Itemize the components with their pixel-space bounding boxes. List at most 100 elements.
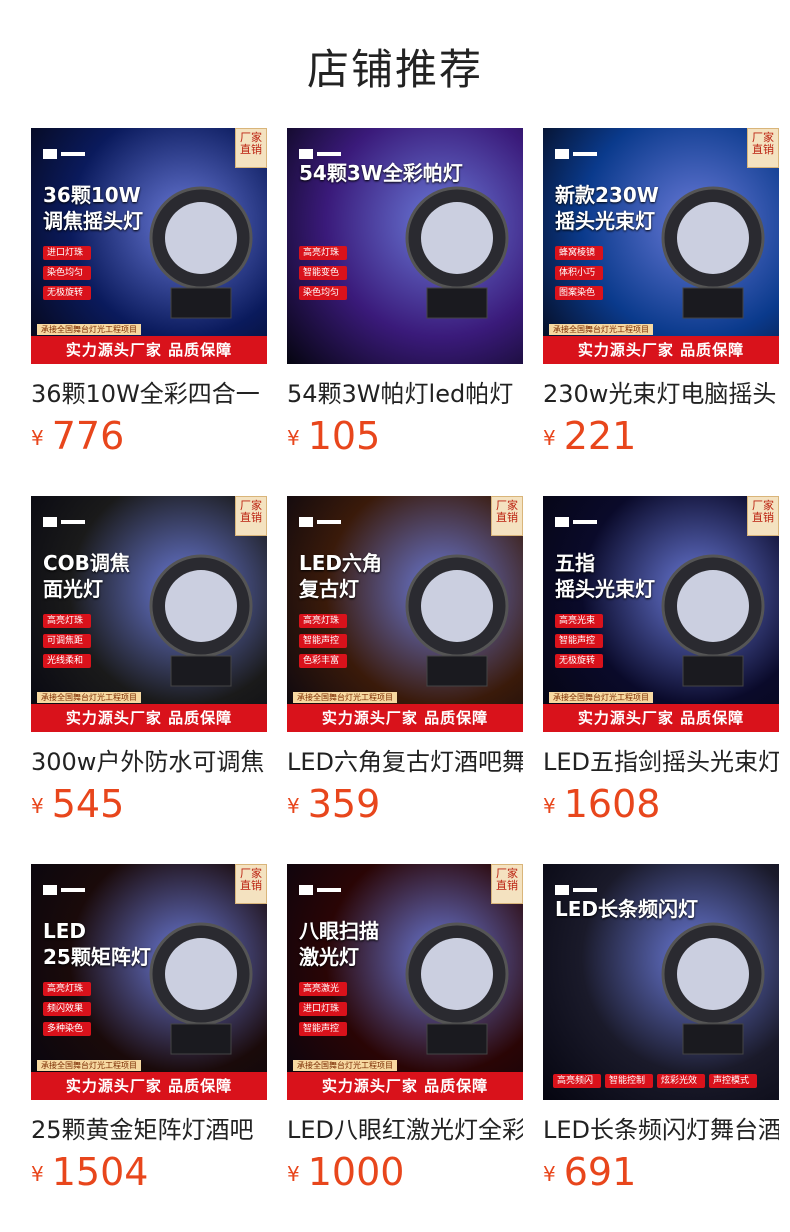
feature-tag: 高亮灯珠 — [43, 982, 92, 996]
brand-logo — [555, 146, 599, 162]
feature-tag: 高亮频闪 — [553, 1074, 602, 1088]
factory-direct-badge: 厂家直销 — [747, 496, 779, 536]
currency-symbol: ¥ — [31, 794, 44, 818]
product-name[interactable]: 36颗10W全彩四合一 — [31, 374, 267, 409]
feature-tag: 炫彩光效 — [657, 1074, 706, 1088]
feature-tag: 智能控制 — [605, 1074, 654, 1088]
product-card[interactable]: 54颗3W全彩帕灯 高亮灯珠 智能变色 染色均匀 54颗3W帕灯led帕灯 ¥105 — [287, 128, 523, 468]
product-image[interactable]: LED长条频闪灯高亮频闪 智能控制 炫彩光效 声控模式 — [543, 864, 779, 1100]
product-price: ¥691 — [543, 1150, 636, 1194]
feature-tags: 高亮灯珠 智能声控 色彩丰富 — [299, 614, 348, 674]
product-headline: LED六角 复古灯 — [299, 551, 383, 601]
feature-tag: 高亮灯珠 — [43, 614, 92, 628]
product-image[interactable]: 厂家直销 36颗10W 调焦摇头灯 进口灯珠 染色均匀 无极旋转 承接全国舞台灯光工程项目… — [31, 128, 267, 364]
price-value: 1608 — [563, 782, 661, 826]
brand-logo — [43, 514, 87, 530]
feature-tag: 染色均匀 — [299, 286, 348, 300]
product-headline: 八眼扫描 激光灯 — [299, 919, 379, 969]
currency-symbol: ¥ — [31, 426, 44, 450]
price-value: 359 — [307, 782, 381, 826]
product-card[interactable]: 厂家直销 LED六角 复古灯高亮灯珠 智能声控 色彩丰富承接全国舞台灯光工程项目 实力源… — [287, 496, 523, 836]
project-note: 承接全国舞台灯光工程项目 — [293, 692, 397, 703]
feature-tags: 高亮频闪 智能控制 炫彩光效 声控模式 — [553, 1074, 758, 1088]
factory-direct-badge: 厂家直销 — [235, 864, 267, 904]
product-image[interactable]: 厂家直销 八眼扫描 激光灯 高亮激光 进口灯珠 智能声控 承接全国舞台灯光工程项目 实力源头… — [287, 864, 523, 1100]
product-card[interactable]: 厂家直销 八眼扫描 激光灯 高亮激光 进口灯珠 智能声控 承接全国舞台灯光工程项目 实力源头… — [287, 864, 523, 1204]
product-name[interactable]: 54颗3W帕灯led帕灯 — [287, 374, 523, 409]
brand-logo — [555, 514, 599, 530]
feature-tags: 蜂窝棱镜体积小巧图案染色 — [555, 246, 604, 306]
feature-tag: 染色均匀 — [43, 266, 92, 280]
currency-symbol: ¥ — [287, 426, 300, 450]
feature-tag: 体积小巧 — [555, 266, 604, 280]
feature-tags: 高亮灯珠 智能变色 染色均匀 — [299, 246, 348, 306]
feature-tags: 高亮激光 进口灯珠 智能声控 — [299, 982, 348, 1042]
product-headline: COB调焦 面光灯 — [43, 551, 130, 601]
product-price: ¥105 — [287, 414, 380, 458]
product-name[interactable]: LED长条频闪灯舞台酒吧 — [543, 1110, 779, 1145]
product-name[interactable]: 300w户外防水可调焦 — [31, 742, 267, 777]
product-price: ¥776 — [31, 414, 124, 458]
page-title: 店铺推荐 — [306, 45, 483, 94]
project-note: 承接全国舞台灯光工程项目 — [37, 1060, 141, 1071]
project-note: 承接全国舞台灯光工程项目 — [293, 1060, 397, 1071]
price-value: 221 — [563, 414, 637, 458]
currency-symbol: ¥ — [287, 794, 300, 818]
product-card[interactable]: 厂家直销 36颗10W 调焦摇头灯 进口灯珠 染色均匀 无极旋转 承接全国舞台灯光工程项目… — [31, 128, 267, 468]
product-headline: LED长条频闪灯 — [555, 897, 699, 921]
product-card[interactable]: 厂家直销 五指 摇头光束灯 高亮光束 智能声控 无极旋转 承接全国舞台灯光工程项目 实力源头… — [543, 496, 779, 836]
factory-direct-badge: 厂家直销 — [491, 496, 523, 536]
feature-tag: 进口灯珠 — [299, 1002, 348, 1016]
product-headline: 54颗3W全彩帕灯 — [299, 161, 463, 185]
product-price: ¥221 — [543, 414, 636, 458]
factory-direct-badge: 厂家直销 — [491, 864, 523, 904]
product-headline: 36颗10W 调焦摇头灯 — [43, 183, 143, 233]
price-value: 105 — [307, 414, 381, 458]
product-card[interactable]: 厂家直销 新款230W 摇头光束灯 蜂窝棱镜 体积小巧 图案染色 承接全国舞台灯光工程项目… — [543, 128, 779, 468]
feature-tag: 无极旋转 — [43, 286, 92, 300]
currency-symbol: ¥ — [287, 1162, 300, 1186]
product-image[interactable]: 厂家直销 COB调焦 面光灯 高亮灯珠 可调焦距 光线柔和 承接全国舞台灯光工程项目 实力源… — [31, 496, 267, 732]
feature-tag: 智能变色 — [299, 266, 348, 280]
product-name[interactable]: LED八眼红激光灯全彩 — [287, 1110, 523, 1145]
product-name[interactable]: 25颗黄金矩阵灯酒吧 — [31, 1110, 267, 1145]
currency-symbol: ¥ — [543, 426, 556, 450]
quality-banner: 实力源头厂家 品质保障 — [543, 336, 779, 364]
brand-logo — [299, 514, 343, 530]
currency-symbol: ¥ — [31, 1162, 44, 1186]
product-card[interactable]: LED长条频闪灯高亮频闪智能控制炫彩光效声控模式 LED长条频闪灯舞台酒吧 ¥691 — [543, 864, 779, 1204]
quality-banner: 实力源头厂家 品质保障 — [287, 704, 523, 732]
brand-logo — [43, 146, 87, 162]
quality-banner: 实力源头厂家 品质保障 — [31, 704, 267, 732]
feature-tag: 蜂窝棱镜 — [555, 246, 604, 260]
product-image[interactable]: 厂家直销 五指 摇头光束灯 高亮光束 智能声控 无极旋转 承接全国舞台灯光工程项目 实力源头… — [543, 496, 779, 732]
factory-direct-badge: 厂家直销 — [235, 496, 267, 536]
product-image[interactable]: 厂家直销 LED六角 复古灯高亮灯珠 智能声控 色彩丰富承接全国舞台灯光工程项目 实力源… — [287, 496, 523, 732]
feature-tags: 高亮灯珠 可调焦距 光线柔和 — [43, 614, 92, 674]
feature-tags: 高亮光束 智能声控 无极旋转 — [555, 614, 604, 674]
product-price: ¥1000 — [287, 1150, 404, 1194]
product-name[interactable]: 230w光束灯电脑摇头 — [543, 374, 779, 409]
price-value: 1504 — [51, 1150, 149, 1194]
product-image[interactable]: 54颗3W全彩帕灯 高亮灯珠 智能变色 染色均匀 — [287, 128, 523, 364]
product-price: ¥359 — [287, 782, 380, 826]
product-price: ¥1608 — [543, 782, 660, 826]
product-image[interactable]: 厂家直销 新款230W 摇头光束灯 蜂窝棱镜 体积小巧 图案染色 承接全国舞台灯光工程项目… — [543, 128, 779, 364]
project-note: 承接全国舞台灯光工程项目 — [37, 692, 141, 703]
price-value: 545 — [51, 782, 125, 826]
currency-symbol: ¥ — [543, 794, 556, 818]
brand-logo — [299, 882, 343, 898]
feature-tag: 高亮激光 — [299, 982, 348, 996]
product-name[interactable]: LED六角复古灯酒吧舞台 — [287, 742, 523, 777]
product-card[interactable]: 厂家直销 COB调焦 面光灯 高亮灯珠 可调焦距 光线柔和 承接全国舞台灯光工程项目 实力源… — [31, 496, 267, 836]
quality-banner: 实力源头厂家 品质保障 — [287, 1072, 523, 1100]
product-headline: 五指 摇头光束灯 — [555, 551, 655, 601]
feature-tag: 图案染色 — [555, 286, 604, 300]
feature-tag: 高亮灯珠 — [299, 614, 348, 628]
product-image[interactable]: 厂家直销 LED 25颗矩阵灯 高亮灯珠 频闪效果 多种染色 承接全国舞台灯光工程项目 实力… — [31, 864, 267, 1100]
feature-tag: 高亮光束 — [555, 614, 604, 628]
factory-direct-badge: 厂家直销 — [747, 128, 779, 168]
product-name[interactable]: LED五指剑摇头光束灯 — [543, 742, 779, 777]
product-card[interactable]: 厂家直销 LED 25颗矩阵灯 高亮灯珠 频闪效果 多种染色 承接全国舞台灯光工程项目 实力… — [31, 864, 267, 1204]
feature-tag: 可调焦距 — [43, 634, 92, 648]
